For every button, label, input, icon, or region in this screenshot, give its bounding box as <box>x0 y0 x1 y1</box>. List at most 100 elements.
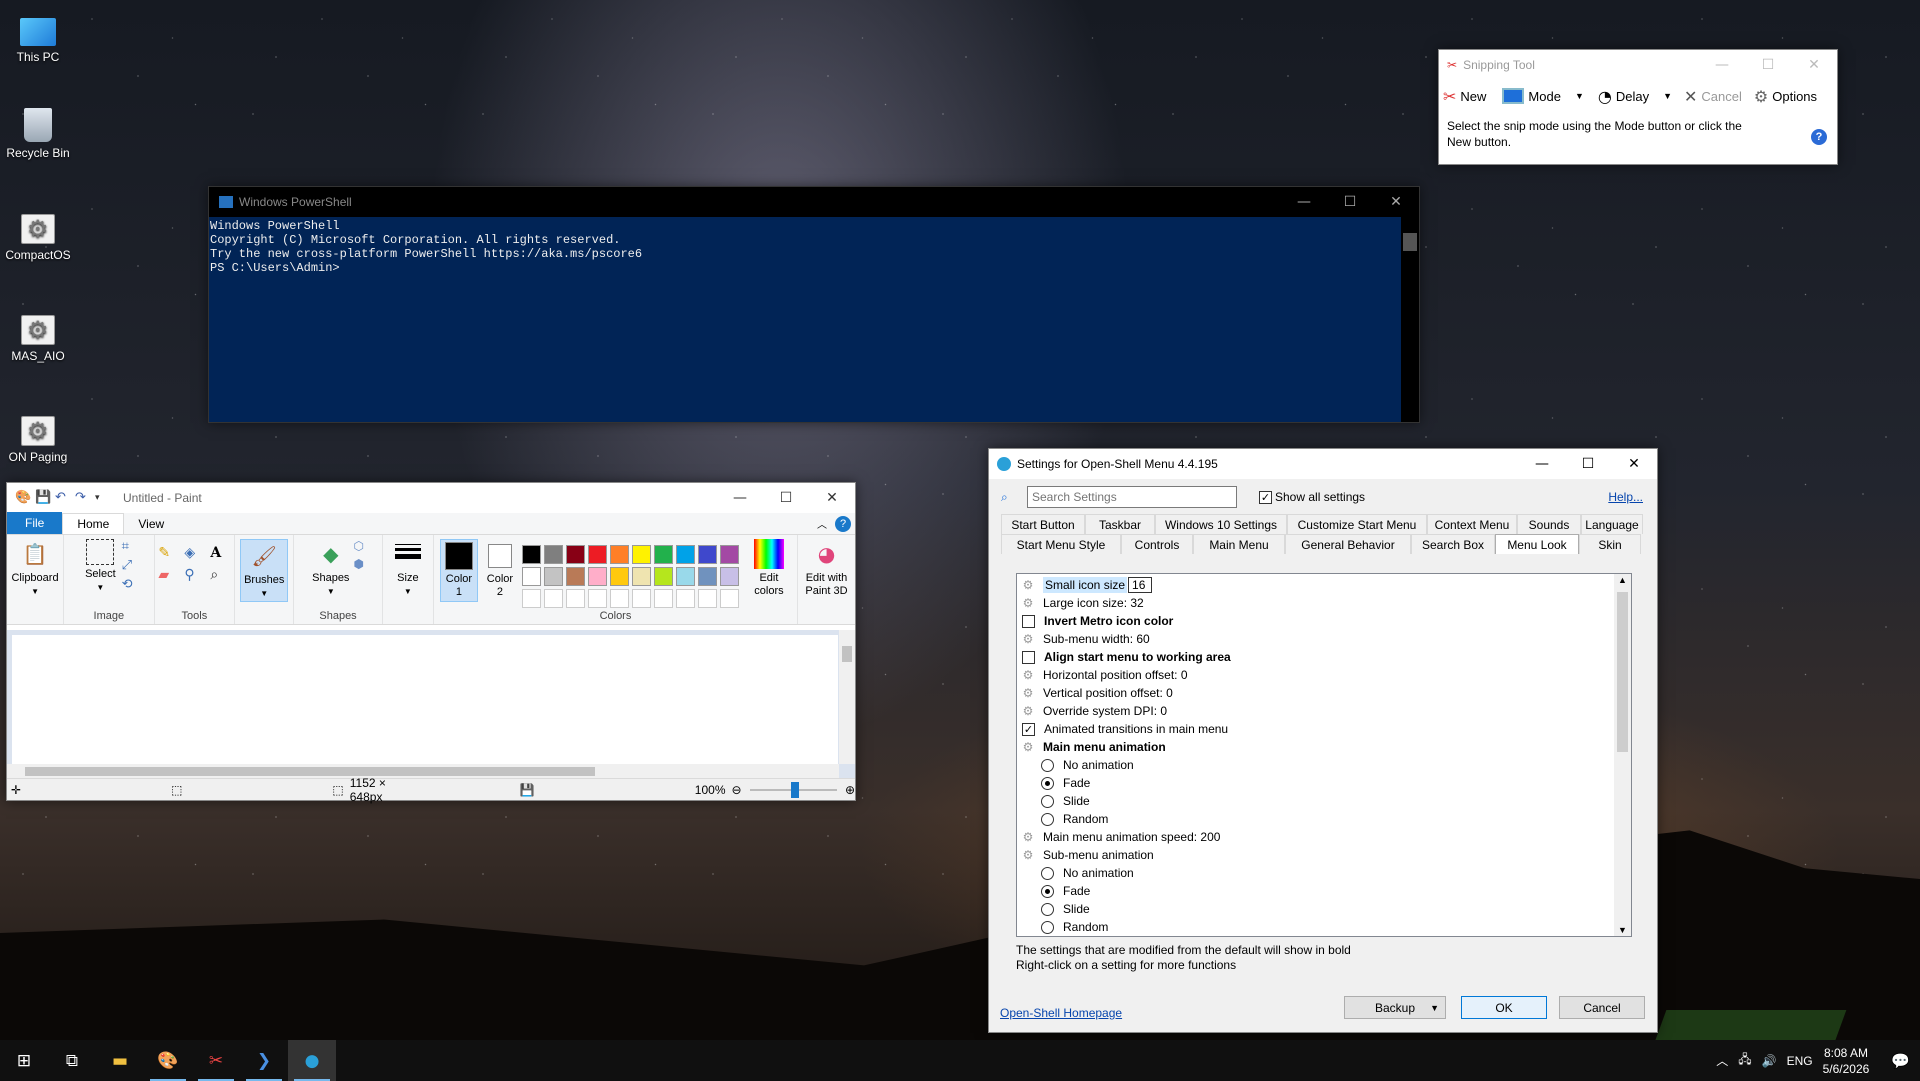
custom-color-swatch[interactable] <box>609 589 629 608</box>
setting-row[interactable]: ⚙ Vertical position offset: 0 <box>1017 684 1631 702</box>
save-icon[interactable]: 💾 <box>35 491 51 505</box>
language-indicator[interactable]: ENG <box>1787 1054 1813 1068</box>
custom-color-swatch[interactable] <box>587 589 607 608</box>
edit-with-paint3d-button[interactable]: ◕ Edit with Paint 3D <box>799 539 853 598</box>
network-icon[interactable]: 🖧 <box>1738 1050 1751 1071</box>
minimize-button[interactable]: — <box>1699 50 1745 80</box>
color-swatch[interactable] <box>675 545 695 564</box>
setting-row[interactable]: ⚙ Override system DPI: 0 <box>1017 702 1631 720</box>
desktop-icon-compactos[interactable]: CompactOS <box>2 214 74 262</box>
tab-start-menu-style[interactable]: Start Menu Style <box>1001 534 1121 554</box>
maximize-button[interactable]: ☐ <box>763 483 809 513</box>
dropdown-arrow-icon[interactable]: ▼ <box>1663 91 1672 101</box>
customize-qa-icon[interactable]: ▾ <box>95 491 109 505</box>
scroll-thumb[interactable] <box>1617 592 1628 752</box>
setting-checkbox[interactable]: ✓ <box>1022 722 1035 736</box>
crop-icon[interactable]: ⌗ <box>122 539 133 554</box>
ok-button[interactable]: OK <box>1461 996 1547 1019</box>
outline-icon[interactable]: ⬡ <box>353 539 363 553</box>
volume-icon[interactable]: 🔊 <box>1762 1054 1777 1068</box>
setting-row[interactable]: ✓ Animated transitions in main menu <box>1017 720 1631 738</box>
setting-radio[interactable] <box>1041 794 1054 808</box>
list-scrollbar[interactable]: ▲ ▼ <box>1614 574 1631 936</box>
custom-color-swatch[interactable] <box>653 589 673 608</box>
setting-row[interactable]: Invert Metro icon color <box>1017 612 1631 630</box>
custom-color-swatch[interactable] <box>631 589 651 608</box>
scroll-thumb[interactable] <box>25 767 595 776</box>
taskbar-paint[interactable]: 🎨 <box>144 1040 192 1081</box>
setting-radio[interactable] <box>1041 812 1054 826</box>
rotate-icon[interactable]: ⟲ <box>122 577 133 592</box>
color-swatch[interactable] <box>521 545 541 564</box>
scroll-thumb[interactable] <box>1403 233 1417 251</box>
custom-color-swatch[interactable] <box>719 589 739 608</box>
maximize-button[interactable]: ☐ <box>1565 449 1611 479</box>
tab-sounds[interactable]: Sounds <box>1517 514 1581 534</box>
taskbar-openshell[interactable]: ● <box>288 1040 336 1081</box>
horizontal-scrollbar[interactable] <box>7 764 839 778</box>
select-button[interactable]: Select ▼ <box>85 539 116 594</box>
color-swatch[interactable] <box>675 567 695 586</box>
color-swatch[interactable] <box>697 545 717 564</box>
minimize-button[interactable]: — <box>1519 449 1565 479</box>
clipboard-button[interactable]: 📋 Clipboard ▼ <box>11 539 58 598</box>
eraser-icon[interactable]: ▰ <box>158 567 178 583</box>
maximize-button[interactable]: ☐ <box>1745 50 1791 80</box>
scroll-thumb[interactable] <box>842 646 852 662</box>
tab-main-menu[interactable]: Main Menu <box>1193 534 1285 554</box>
color-swatch[interactable] <box>719 567 739 586</box>
setting-radio[interactable] <box>1041 884 1054 898</box>
custom-color-swatch[interactable] <box>521 589 541 608</box>
help-icon[interactable]: ? <box>1811 129 1827 145</box>
setting-row[interactable]: Fade <box>1017 774 1631 792</box>
color-swatch[interactable] <box>565 545 585 564</box>
drawing-canvas[interactable] <box>12 635 838 769</box>
color-picker-icon[interactable]: ⚲ <box>184 567 204 583</box>
color-swatch[interactable] <box>543 545 563 564</box>
setting-radio[interactable] <box>1041 866 1054 880</box>
tab-start-button[interactable]: Start Button <box>1001 514 1085 534</box>
color-swatch[interactable] <box>587 567 607 586</box>
backup-button[interactable]: Backup ▼ <box>1344 996 1446 1019</box>
delay-button[interactable]: ◔ Delay ▼ <box>1598 87 1672 106</box>
text-icon[interactable]: A <box>210 545 230 561</box>
close-button[interactable]: ✕ <box>1373 187 1419 217</box>
size-button[interactable]: Size ▼ <box>393 539 423 598</box>
setting-row[interactable]: Random <box>1017 918 1631 936</box>
minimize-button[interactable]: — <box>717 483 763 513</box>
small-icon-size-input[interactable]: 16 <box>1128 577 1153 593</box>
setting-row[interactable]: ⚙ Main menu animation speed: 200 <box>1017 828 1631 846</box>
custom-color-swatch[interactable] <box>675 589 695 608</box>
color-swatch[interactable] <box>631 567 651 586</box>
setting-radio[interactable] <box>1041 776 1054 790</box>
color-swatch[interactable] <box>609 545 629 564</box>
desktop-icon-recycle-bin[interactable]: Recycle Bin <box>2 108 74 160</box>
tab-context-menu[interactable]: Context Menu <box>1427 514 1517 534</box>
tab-menu-look[interactable]: Menu Look <box>1495 534 1579 554</box>
desktop-icon-on-paging[interactable]: ON Paging <box>2 416 74 464</box>
setting-row[interactable]: Align start menu to working area <box>1017 648 1631 666</box>
color2-button[interactable]: Color 2 <box>484 539 516 602</box>
custom-color-swatch[interactable] <box>565 589 585 608</box>
tab-skin[interactable]: Skin <box>1579 534 1641 554</box>
brushes-button[interactable]: 🖌 Brushes ▼ <box>240 539 289 602</box>
dropdown-arrow-icon[interactable]: ▼ <box>1575 91 1584 101</box>
zoom-slider-thumb[interactable] <box>790 781 799 798</box>
setting-row[interactable]: ⚙ Large icon size: 32 <box>1017 594 1631 612</box>
color-swatch[interactable] <box>653 567 673 586</box>
magnifier-icon[interactable]: ⌕ <box>210 567 230 583</box>
notifications-icon[interactable]: 💬 <box>1891 1052 1910 1070</box>
help-icon[interactable]: ? <box>835 515 851 532</box>
close-button[interactable]: ✕ <box>809 483 855 513</box>
cancel-button[interactable]: ✕ Cancel <box>1684 87 1742 106</box>
desktop-icon-mas-aio[interactable]: MAS_AIO <box>2 315 74 363</box>
color-swatch[interactable] <box>631 545 651 564</box>
tab-file[interactable]: File <box>7 512 63 534</box>
console-output[interactable]: Windows PowerShell Copyright (C) Microsof… <box>209 217 1419 277</box>
tab-search-box[interactable]: Search Box <box>1411 534 1495 554</box>
setting-row[interactable]: ⚙ Sub-menu animation <box>1017 846 1631 864</box>
desktop-icon-this-pc[interactable]: This PC <box>2 10 74 64</box>
redo-icon[interactable]: ↷ <box>75 491 89 505</box>
setting-row[interactable]: ⚙ Horizontal position offset: 0 <box>1017 666 1631 684</box>
tab-controls[interactable]: Controls <box>1121 534 1193 554</box>
